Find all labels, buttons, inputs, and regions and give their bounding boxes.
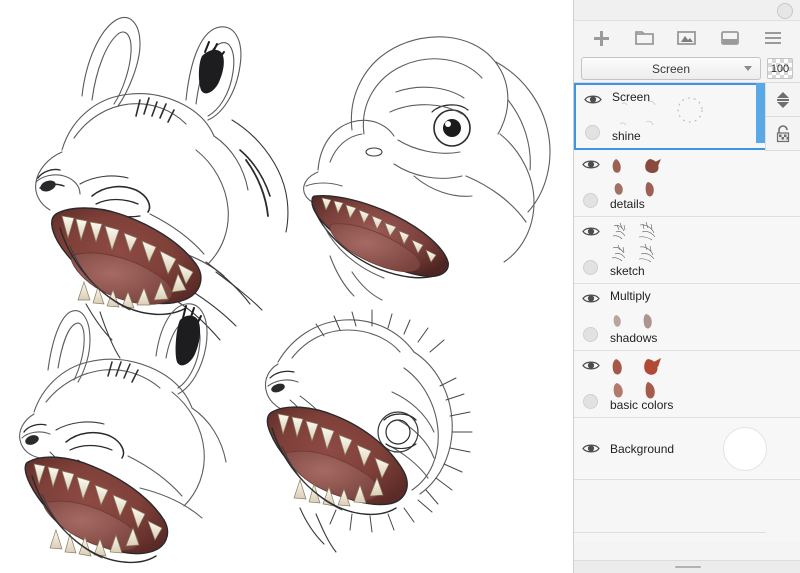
layer-lock-toggle[interactable] (583, 394, 598, 409)
panel-titlebar (574, 0, 800, 21)
layer-blend-mode: Multiply (610, 289, 651, 303)
layer-name: basic colors (610, 398, 674, 412)
eye-icon[interactable] (582, 292, 600, 306)
layer-side-buttons (765, 83, 800, 151)
application-window: Screen 100 Screen shine details sketch M… (0, 0, 800, 573)
add-image-layer-button[interactable] (674, 26, 700, 50)
chevron-down-icon (744, 66, 752, 71)
panel-toolbar (574, 21, 800, 55)
layer-name: details (610, 197, 645, 211)
eye-icon[interactable] (582, 225, 600, 239)
layer-thumbnail (723, 426, 767, 471)
layer-name: sketch (610, 264, 645, 278)
mask-icon (720, 30, 739, 46)
lock-transparency-button[interactable] (766, 117, 800, 151)
eye-icon[interactable] (582, 442, 600, 456)
layer-row[interactable]: Background (574, 418, 800, 480)
image-icon (677, 30, 697, 46)
add-group-button[interactable] (631, 26, 657, 50)
opacity-value: 100 (770, 62, 790, 75)
blend-mode-select[interactable]: Screen (581, 57, 761, 80)
add-mask-button[interactable] (717, 26, 743, 50)
layer-row[interactable]: sketch (574, 217, 800, 284)
layer-list-scrollbar[interactable] (756, 83, 765, 143)
layers-panel: Screen 100 Screen shine details sketch M… (573, 0, 800, 573)
eye-icon[interactable] (582, 359, 600, 373)
eye-icon[interactable] (582, 158, 600, 172)
blend-mode-value: Screen (651, 61, 691, 76)
panel-footer[interactable] (574, 560, 800, 573)
layer-name: shadows (610, 331, 658, 345)
layer-name: Background (610, 441, 675, 456)
layer-lock-toggle[interactable] (583, 327, 598, 342)
add-layer-button[interactable] (588, 26, 614, 50)
eye-icon[interactable] (584, 93, 602, 107)
opacity-input[interactable]: 100 (767, 58, 793, 79)
canvas-area[interactable] (0, 0, 573, 573)
lock-checker-icon (775, 124, 791, 143)
move-layer-button[interactable] (766, 83, 800, 117)
layer-row[interactable]: basic colors (574, 351, 800, 418)
layer-lock-toggle[interactable] (585, 125, 600, 140)
blend-mode-row: Screen 100 (574, 55, 800, 82)
layer-list[interactable]: Screen shine details sketch Multiply sha… (574, 82, 800, 542)
layer-blend-mode: Screen (612, 90, 651, 104)
hamburger-icon (764, 31, 782, 45)
artwork-canvas[interactable] (0, 0, 573, 573)
layer-list-empty-area (574, 532, 766, 533)
layer-lock-toggle[interactable] (583, 193, 598, 208)
layer-row[interactable]: Multiply shadows (574, 284, 800, 351)
layer-name: shine (612, 129, 641, 143)
layer-row[interactable]: details (574, 150, 800, 217)
drag-handle[interactable] (674, 566, 701, 568)
circle-collapse-icon[interactable] (777, 3, 793, 19)
up-down-arrows-icon (775, 91, 791, 109)
plus-icon (593, 30, 610, 47)
folder-icon (634, 30, 654, 46)
layer-lock-toggle[interactable] (583, 260, 598, 275)
panel-menu-button[interactable] (760, 26, 786, 50)
